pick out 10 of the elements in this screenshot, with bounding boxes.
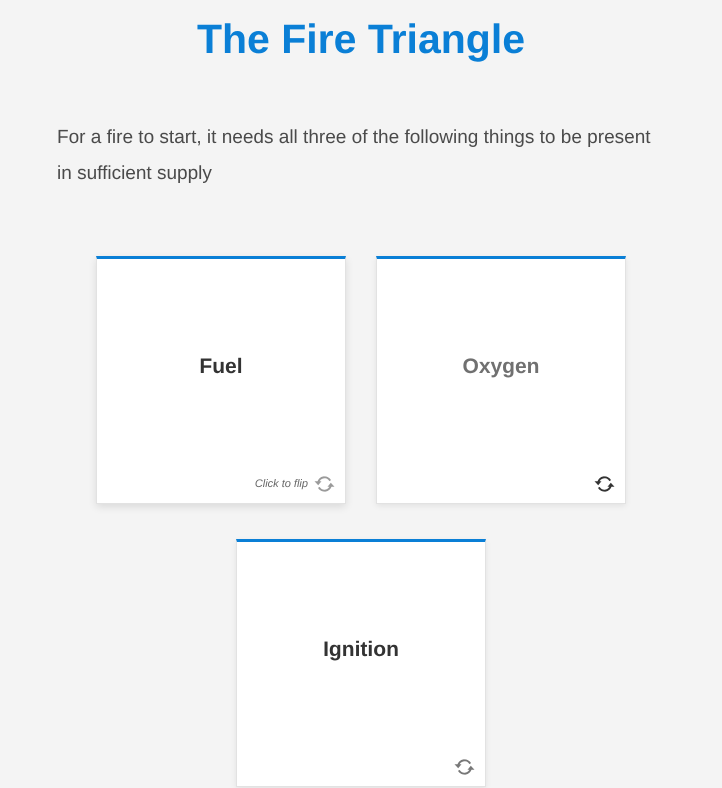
flip-card[interactable]: Fuel Click to flip xyxy=(96,256,346,504)
card-title: Oxygen xyxy=(462,354,540,379)
flip-hint: Click to flip xyxy=(254,476,308,492)
card-title: Fuel xyxy=(199,354,243,379)
flip-card[interactable]: Oxygen xyxy=(376,256,626,504)
card-title: Ignition xyxy=(323,636,399,662)
page-title: The Fire Triangle xyxy=(196,15,526,64)
refresh-icon[interactable] xyxy=(594,475,615,494)
intro-paragraph: For a fire to start, it needs all three of the following things to be present in sufficient supply xyxy=(57,126,652,186)
flip-card[interactable]: Ignition xyxy=(236,539,486,788)
